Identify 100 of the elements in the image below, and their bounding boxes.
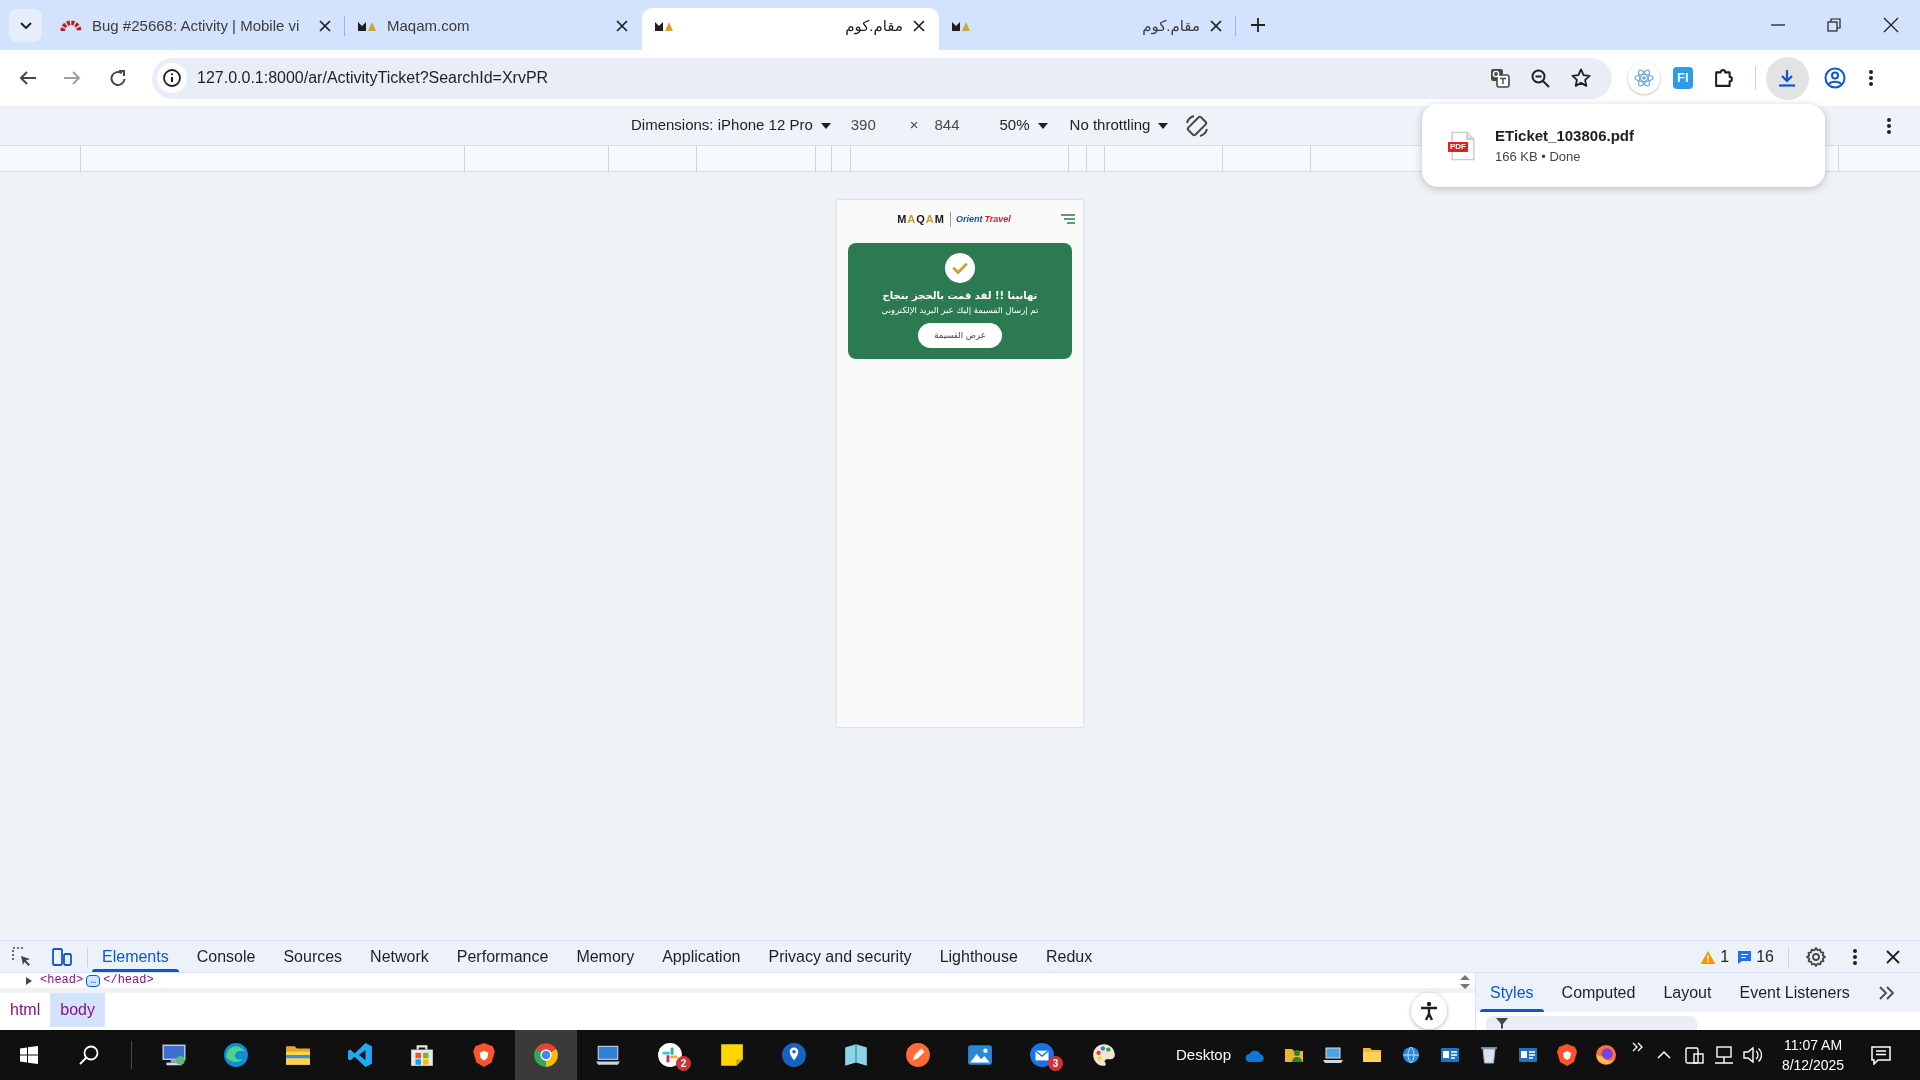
close-icon[interactable] — [1883, 17, 1899, 33]
collapsed-content-button[interactable]: … — [86, 974, 101, 987]
devtools-tab[interactable]: Memory — [562, 941, 649, 972]
zoom-out-icon[interactable] — [1531, 68, 1550, 88]
expand-triangle-icon[interactable] — [26, 976, 32, 985]
notification-badge: 2 — [676, 1056, 691, 1071]
menu-icon[interactable] — [1061, 214, 1075, 224]
left-arrow-icon[interactable] — [19, 71, 36, 85]
info-icon — [163, 69, 181, 87]
taskbar-button[interactable] — [515, 1030, 577, 1080]
caret-down-icon — [820, 122, 831, 129]
notification-icon[interactable] — [1871, 1045, 1892, 1065]
devtools-tab[interactable]: Console — [182, 941, 270, 972]
warning-count-button[interactable]: 1 — [1700, 941, 1730, 972]
zoom-dropdown[interactable]: 50% — [999, 114, 1048, 137]
laptop-icon[interactable] — [1322, 1047, 1343, 1063]
tab-search-button[interactable] — [9, 9, 42, 42]
volume-icon[interactable] — [1743, 1046, 1763, 1064]
star-icon[interactable] — [1571, 68, 1591, 88]
breadcrumb[interactable]: html — [0, 993, 51, 1027]
translate-icon[interactable] — [1490, 68, 1510, 88]
devtools-tab[interactable]: Redux — [1031, 941, 1107, 972]
start-icon[interactable] — [20, 1046, 38, 1064]
ring-dot-icon[interactable] — [1595, 1045, 1616, 1065]
site-logo-icon — [951, 20, 971, 32]
devtools-tab[interactable]: Application — [648, 941, 755, 972]
devtools-tab[interactable]: Computed — [1547, 973, 1650, 1012]
message-count-button[interactable]: 16 — [1737, 941, 1774, 972]
puzzle-icon[interactable] — [1714, 69, 1733, 87]
browser-tab[interactable]: مقام.كوم — [939, 8, 1236, 50]
atom-icon — [1634, 68, 1654, 88]
accessibility-button[interactable] — [1411, 993, 1447, 1029]
settings-icon[interactable] — [1806, 946, 1826, 967]
taskbar-button[interactable]: 3 — [1011, 1030, 1073, 1080]
site-info-button[interactable] — [157, 63, 187, 93]
globe-icon[interactable] — [1401, 1046, 1420, 1064]
right-arrow-icon[interactable] — [64, 71, 81, 85]
html-tag: <head> — [40, 973, 84, 988]
close-icon[interactable] — [319, 20, 331, 32]
restore-icon[interactable] — [1827, 18, 1841, 32]
double-chevron-icon[interactable] — [1879, 985, 1894, 1000]
devtools-tab[interactable]: Elements — [88, 941, 183, 972]
vertical-dots-icon[interactable] — [1853, 948, 1857, 965]
rotate-icon[interactable] — [1185, 113, 1210, 138]
person-folder-icon[interactable] — [1283, 1047, 1304, 1063]
warning-triangle-icon — [1700, 949, 1717, 964]
close-icon[interactable] — [1210, 20, 1222, 32]
devtools-tab[interactable]: Layout — [1649, 973, 1726, 1012]
message-icon — [1737, 949, 1753, 964]
close-icon[interactable] — [1886, 949, 1900, 964]
devtools-tab[interactable]: Network — [356, 941, 443, 972]
folder-icon[interactable] — [1362, 1048, 1381, 1062]
breadcrumb[interactable]: body — [50, 993, 105, 1027]
close-icon[interactable] — [913, 20, 925, 32]
person-circle-icon[interactable] — [1823, 67, 1846, 89]
check-circle-icon — [945, 253, 975, 283]
desktop-toolbar-label: Desktop — [1176, 1044, 1232, 1065]
id-card-icon[interactable] — [1518, 1048, 1537, 1062]
caret-down-icon — [1037, 122, 1048, 129]
pen-circle-icon — [905, 1042, 931, 1068]
shield-icon[interactable] — [1556, 1044, 1577, 1066]
devtools-tab[interactable]: Styles — [1476, 973, 1548, 1012]
reload-icon[interactable] — [110, 70, 126, 86]
view-voucher-button[interactable]: عرض القسيمة — [918, 323, 1002, 348]
vertical-dots-icon[interactable] — [1868, 70, 1873, 86]
plus-icon[interactable] — [1250, 17, 1266, 33]
pinwheel-icon — [657, 1042, 683, 1068]
browser-tab[interactable]: Maqam.com — [345, 8, 642, 50]
vertical-dots-icon[interactable] — [1887, 117, 1891, 134]
taskbar-button[interactable]: 2 — [639, 1030, 701, 1080]
scroll-arrows-icon[interactable] — [1460, 975, 1470, 989]
search-icon[interactable] — [79, 1045, 99, 1065]
devtools-tab[interactable]: Event Listeners — [1725, 973, 1864, 1012]
sticky-note-icon — [719, 1042, 745, 1068]
devtools-tab[interactable]: Sources — [269, 941, 357, 972]
clock-date: 8/12/2025 — [1781, 1056, 1845, 1075]
height-field[interactable]: 844 — [926, 112, 983, 139]
filter-field[interactable] — [1486, 1016, 1697, 1030]
clock-time: 11:07 AM — [1783, 1036, 1843, 1055]
devices-icon[interactable] — [52, 946, 72, 967]
devtools-tab[interactable]: Lighthouse — [925, 941, 1032, 972]
bin-icon[interactable] — [1479, 1046, 1498, 1064]
chevron-down-icon — [19, 22, 32, 29]
network-icon[interactable] — [1713, 1046, 1734, 1064]
devtools-tab[interactable]: Privacy and security — [754, 941, 926, 972]
id-card-icon[interactable] — [1440, 1048, 1459, 1062]
close-icon[interactable] — [616, 20, 628, 32]
download-file-name: ETicket_103806.pdf — [1495, 126, 1634, 145]
devtools-tab[interactable]: Performance — [442, 941, 563, 972]
browser-tab[interactable]: مقام.كوم — [642, 8, 939, 50]
palette-icon — [1091, 1042, 1117, 1068]
browser-tab[interactable]: Bug #25668: Activity | Mobile vi — [48, 8, 345, 50]
store-bag-icon — [409, 1042, 435, 1068]
tablet-icon[interactable] — [1684, 1046, 1704, 1064]
width-field[interactable]: 390 — [843, 112, 900, 139]
dashed-cursor-icon[interactable] — [12, 946, 32, 967]
device-dropdown[interactable]: Dimensions: iPhone 12 Pro — [631, 114, 831, 137]
throttling-dropdown[interactable]: No throttling — [1069, 114, 1169, 137]
chevron-up-icon[interactable] — [1657, 1050, 1672, 1060]
address-bar[interactable]: 127.0.0.1:8000/ar/ActivityTicket?SearchId=XrvPR — [152, 57, 1612, 99]
